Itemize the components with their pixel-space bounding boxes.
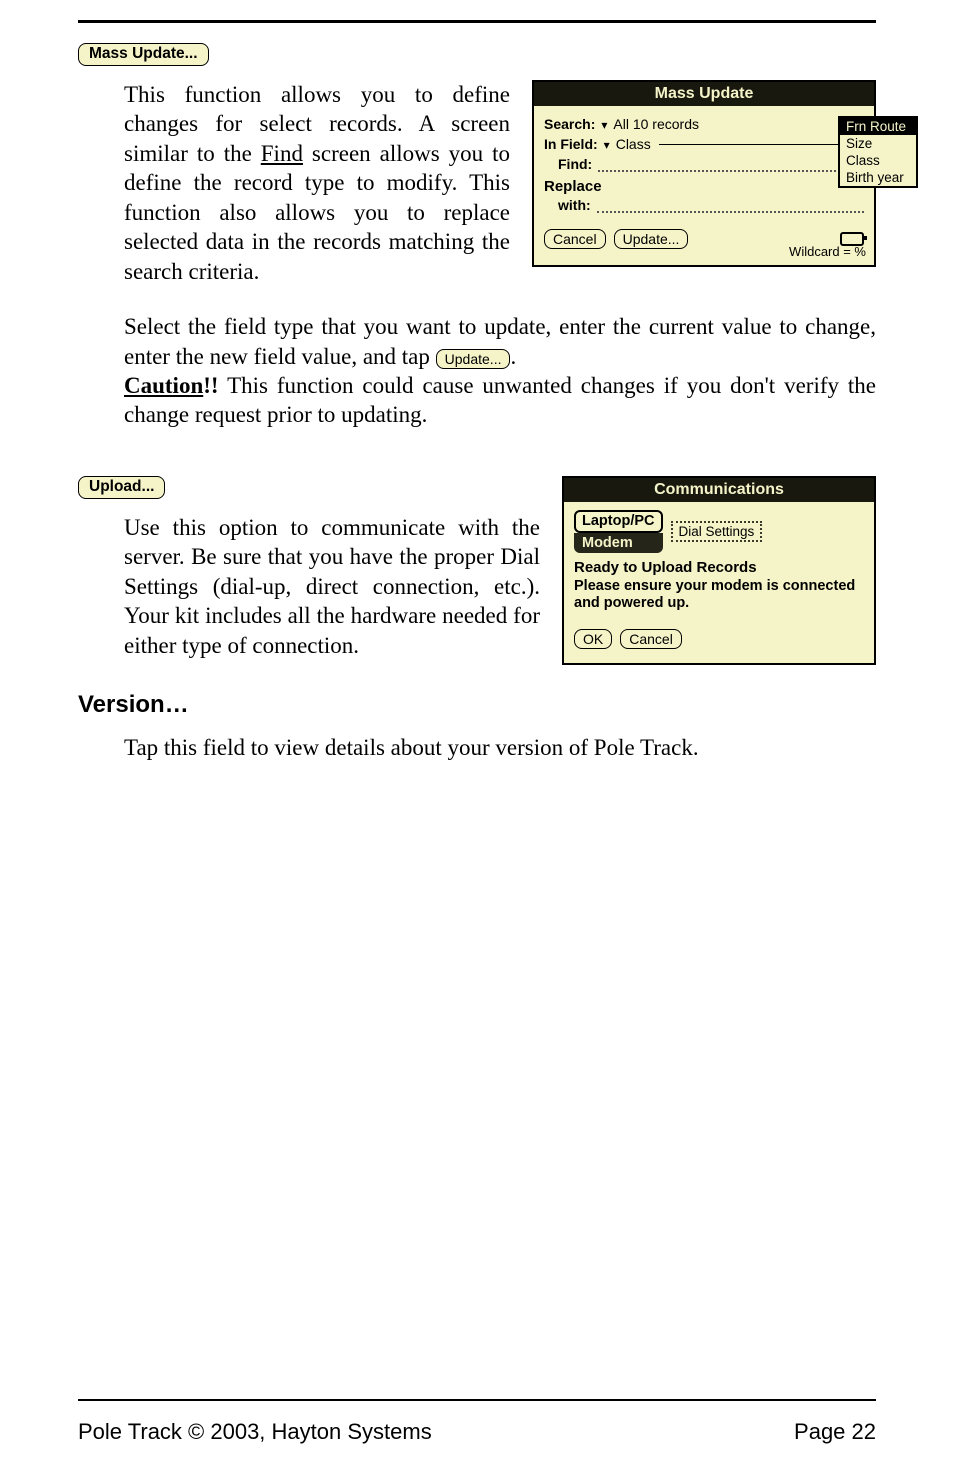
replace-with-row[interactable]: with: bbox=[544, 197, 864, 213]
caution-rest: This function could cause unwanted chang… bbox=[124, 373, 876, 427]
wildcard-text: Wildcard = % bbox=[789, 244, 866, 259]
footer-left: Pole Track © 2003, Hayton Systems bbox=[78, 1419, 432, 1445]
mass-update-button[interactable]: Mass Update... bbox=[78, 43, 209, 66]
upload-para: Use this option to communicate with the … bbox=[124, 515, 540, 658]
replace-label: Replace bbox=[544, 178, 864, 195]
mass-update-title: Mass Update bbox=[534, 82, 874, 106]
infield-row[interactable]: In Field: ▾ Class bbox=[544, 136, 864, 152]
infield-value: Class bbox=[616, 136, 651, 152]
popup-item-frn-route[interactable]: Frn Route bbox=[840, 118, 916, 135]
find-label: Find: bbox=[558, 156, 592, 172]
search-label: Search: bbox=[544, 116, 595, 132]
find-row[interactable]: Find: bbox=[544, 156, 864, 172]
upload-description: Use this option to communicate with the … bbox=[124, 513, 540, 660]
chevron-down-icon[interactable]: ▾ bbox=[604, 139, 610, 151]
mass-update-window: Mass Update Frn Route Size Class Birth y… bbox=[532, 80, 876, 267]
select-paragraph: Select the field type that you want to u… bbox=[124, 312, 876, 430]
select-para-2: . bbox=[510, 344, 516, 369]
ok-button[interactable]: OK bbox=[574, 629, 612, 649]
version-para: Tap this field to view details about you… bbox=[124, 735, 699, 760]
version-description: Tap this field to view details about you… bbox=[124, 733, 876, 762]
update-button[interactable]: Update... bbox=[614, 229, 689, 249]
search-value: All 10 records bbox=[613, 116, 699, 132]
modem-message: Please ensure your modem is connected an… bbox=[574, 578, 864, 611]
field-popup-list[interactable]: Frn Route Size Class Birth year bbox=[838, 116, 918, 188]
arrow-line-icon bbox=[659, 144, 862, 145]
communications-window: Communications Laptop/PC Modem Dial Sett… bbox=[562, 476, 876, 666]
footer-right: Page 22 bbox=[794, 1419, 876, 1445]
with-label: with: bbox=[558, 197, 591, 213]
tab-modem[interactable]: Modem bbox=[574, 533, 663, 553]
infield-label: In Field: bbox=[544, 136, 598, 152]
ready-heading: Ready to Upload Records bbox=[574, 559, 864, 576]
upload-button[interactable]: Upload... bbox=[78, 476, 165, 499]
mass-update-description: This function allows you to define chang… bbox=[124, 80, 510, 286]
tab-laptop-pc[interactable]: Laptop/PC bbox=[574, 510, 663, 533]
cancel-button[interactable]: Cancel bbox=[544, 229, 606, 249]
chevron-down-icon[interactable]: ▾ bbox=[601, 119, 607, 131]
cancel-button-2[interactable]: Cancel bbox=[620, 629, 682, 649]
search-row[interactable]: Search: ▾ All 10 records bbox=[544, 116, 864, 132]
popup-item-birth-year[interactable]: Birth year bbox=[840, 169, 916, 186]
caution-label: Caution bbox=[124, 373, 203, 398]
popup-item-size[interactable]: Size bbox=[840, 135, 916, 152]
popup-item-class[interactable]: Class bbox=[840, 152, 916, 169]
find-link[interactable]: Find bbox=[261, 141, 303, 166]
version-heading: Version… bbox=[78, 691, 876, 719]
update-inline-button[interactable]: Update... bbox=[436, 349, 511, 369]
dial-settings-button[interactable]: Dial Settings bbox=[671, 521, 763, 542]
find-input[interactable] bbox=[598, 156, 864, 172]
replace-input[interactable] bbox=[597, 197, 864, 213]
communications-title: Communications bbox=[564, 478, 874, 502]
caution-bang: !! bbox=[203, 373, 218, 398]
